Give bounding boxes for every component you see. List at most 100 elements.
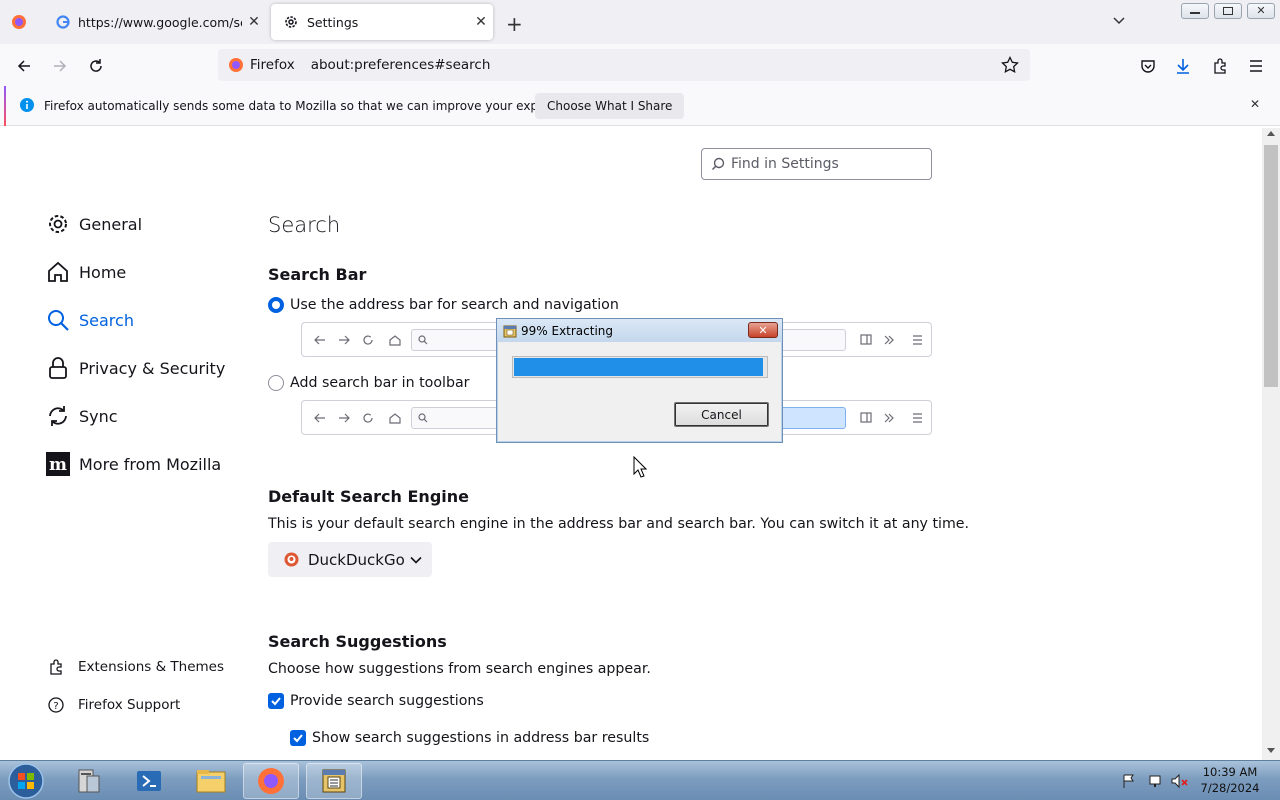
- sidebar-item-general[interactable]: General: [46, 212, 142, 236]
- sidebar-firefox-support[interactable]: ? Firefox Support: [46, 697, 180, 713]
- suggestions-description: Choose how suggestions from search engin…: [268, 661, 651, 677]
- sidebar-item-privacy[interactable]: Privacy & Security: [46, 356, 225, 380]
- tab-title: https://www.google.com/search: [78, 14, 242, 30]
- taskbar-powershell-icon[interactable]: [121, 763, 177, 799]
- taskbar-clock[interactable]: 10:39 AM 7/28/2024: [1196, 764, 1264, 796]
- reload-button[interactable]: [82, 52, 110, 80]
- close-notification-icon[interactable]: ✕: [1250, 97, 1260, 111]
- progress-fill: [514, 358, 764, 376]
- taskbar-firefox-icon[interactable]: [243, 763, 299, 799]
- find-placeholder: Find in Settings: [731, 156, 839, 172]
- new-tab-icon[interactable]: +: [506, 12, 523, 36]
- chevron-down-icon: [409, 553, 423, 567]
- puzzle-icon: [46, 659, 66, 675]
- scroll-down-icon[interactable]: [1267, 748, 1275, 753]
- address-bar-suggestions-checkbox[interactable]: [290, 730, 306, 746]
- sidebar-item-label: Privacy & Security: [79, 358, 226, 378]
- home-icon: [46, 260, 70, 284]
- preview-nav-icons: [314, 335, 401, 346]
- lock-icon: [46, 356, 70, 380]
- downloads-icon[interactable]: [1169, 52, 1197, 80]
- find-in-settings-input[interactable]: Find in Settings: [701, 148, 932, 180]
- sidebar-item-sync[interactable]: Sync: [46, 404, 118, 428]
- tab-settings[interactable]: Settings ✕: [271, 4, 493, 40]
- page-scrollbar[interactable]: [1262, 128, 1280, 760]
- cancel-button[interactable]: Cancel: [674, 402, 769, 427]
- extract-progress-bar: [512, 356, 768, 378]
- bookmark-star-icon[interactable]: [1001, 56, 1019, 74]
- dialog-titlebar[interactable]: 99% Extracting: [497, 319, 782, 342]
- suggestions-heading: Search Suggestions: [268, 632, 447, 651]
- mozilla-icon: m: [46, 452, 70, 476]
- taskbar-server-manager-icon[interactable]: [60, 763, 116, 799]
- sidebar-item-label: General: [79, 214, 143, 234]
- start-button[interactable]: [0, 763, 52, 799]
- address-bar-option-label[interactable]: Use the address bar for search and navig…: [290, 297, 619, 313]
- minimize-button[interactable]: [1181, 3, 1209, 19]
- gear-icon: [46, 212, 70, 236]
- restore-button[interactable]: [1214, 3, 1242, 19]
- back-button[interactable]: [10, 52, 38, 80]
- sidebar-item-label: Sync: [79, 406, 118, 426]
- url-bar[interactable]: Firefox about:preferences#search: [218, 49, 1030, 81]
- toolbar-search-radio[interactable]: [268, 375, 284, 391]
- toolbar-search-option-label[interactable]: Add search bar in toolbar: [290, 375, 470, 391]
- clock-time: 10:39 AM: [1202, 765, 1258, 779]
- dialog-close-button[interactable]: ✕: [748, 322, 778, 338]
- dialog-title: 99% Extracting: [521, 323, 614, 338]
- selected-engine-label: DuckDuckGo: [308, 550, 405, 569]
- default-engine-dropdown[interactable]: DuckDuckGo: [268, 542, 432, 577]
- gear-icon: [283, 14, 299, 30]
- sidebar-item-more-from-mozilla[interactable]: m More from Mozilla: [46, 452, 221, 476]
- scroll-up-icon[interactable]: [1267, 131, 1275, 136]
- default-engine-description: This is your default search engine in th…: [268, 516, 970, 532]
- default-engine-heading: Default Search Engine: [268, 487, 469, 506]
- system-tray-icons[interactable]: [1122, 773, 1196, 789]
- sidebar-item-search[interactable]: Search: [46, 308, 134, 332]
- notification-message: Firefox automatically sends some data to…: [44, 99, 587, 113]
- info-icon: [19, 97, 35, 113]
- preview-nav-icons: [314, 413, 401, 424]
- provide-suggestions-label[interactable]: Provide search suggestions: [290, 693, 484, 709]
- sidebar-extensions-themes[interactable]: Extensions & Themes: [46, 659, 224, 675]
- search-bar-heading: Search Bar: [268, 265, 367, 284]
- duckduckgo-icon: [284, 552, 299, 567]
- close-window-button[interactable]: ✕: [1247, 3, 1275, 19]
- provide-suggestions-checkbox[interactable]: [268, 693, 284, 709]
- firefox-logo-icon: [228, 57, 244, 73]
- extensions-icon[interactable]: [1206, 52, 1234, 80]
- archive-icon: [503, 324, 517, 338]
- search-icon: [711, 157, 725, 171]
- save-to-pocket-icon[interactable]: [1134, 52, 1162, 80]
- scrollbar-thumb[interactable]: [1264, 145, 1278, 387]
- app-menu-icon[interactable]: [1242, 52, 1270, 80]
- taskbar-extractor-icon[interactable]: [306, 763, 362, 799]
- choose-what-i-share-button[interactable]: Choose What I Share: [535, 93, 685, 119]
- identity-label: Firefox: [250, 57, 295, 73]
- url-text[interactable]: about:preferences#search: [311, 57, 491, 73]
- page-title: Search: [268, 213, 341, 237]
- help-icon: ?: [46, 697, 66, 713]
- list-tabs-icon[interactable]: [1112, 13, 1126, 27]
- taskbar-explorer-icon[interactable]: [183, 763, 239, 799]
- sidebar-item-label: Search: [79, 310, 134, 330]
- preview-toolbar-icons: [860, 334, 922, 345]
- firefox-view-icon[interactable]: [11, 14, 27, 30]
- forward-button[interactable]: [46, 52, 74, 80]
- tab-close-icon[interactable]: ✕: [469, 14, 493, 30]
- sidebar-item-label: Firefox Support: [78, 697, 181, 713]
- search-icon: [46, 308, 70, 332]
- sidebar-item-label: Home: [79, 262, 127, 282]
- address-bar-radio[interactable]: [268, 297, 284, 313]
- sidebar-item-label: More from Mozilla: [79, 454, 222, 474]
- mouse-cursor-icon: [633, 456, 647, 478]
- tab-close-icon[interactable]: ✕: [242, 14, 266, 30]
- sidebar-item-home[interactable]: Home: [46, 260, 126, 284]
- google-icon: [56, 15, 70, 29]
- tab-title: Settings: [307, 14, 359, 30]
- taskbar: [0, 760, 1280, 800]
- tab-google-search[interactable]: https://www.google.com/search ✕: [44, 4, 266, 40]
- data-reporting-notification: Firefox automatically sends some data to…: [0, 86, 1280, 126]
- address-bar-suggestions-label[interactable]: Show search suggestions in address bar r…: [312, 730, 649, 746]
- clock-date: 7/28/2024: [1200, 781, 1260, 795]
